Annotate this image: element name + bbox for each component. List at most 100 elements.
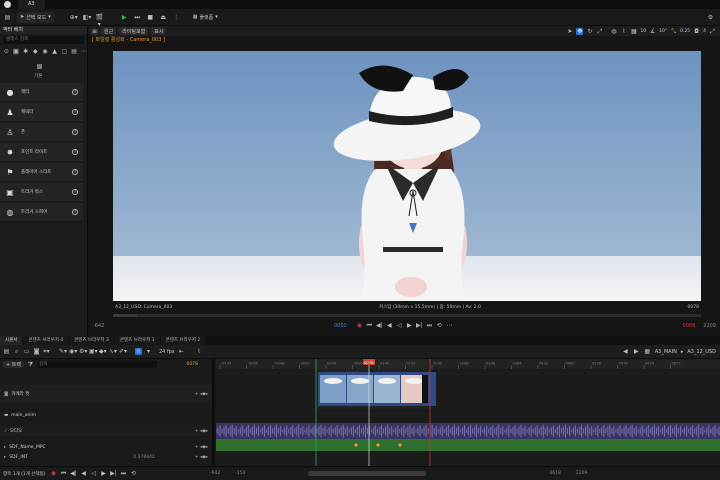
track-value[interactable]: 0.378842	[133, 455, 154, 460]
tab-sequencer[interactable]: 시퀀서	[0, 336, 23, 345]
record-icon[interactable]: ◉	[356, 322, 363, 329]
track-search-input[interactable]: 검색	[36, 360, 157, 368]
frame-counter[interactable]: 0078	[187, 362, 198, 367]
place-actor-item[interactable]: ✸ 포인트 라이트?	[0, 143, 83, 162]
scale-snap-value[interactable]: 0.25	[680, 29, 690, 34]
rotate-tool-icon[interactable]: ↻	[586, 28, 593, 35]
transform-icon[interactable]: ✎▾	[59, 348, 67, 355]
fps-label[interactable]: 24 fps	[159, 349, 175, 355]
key-icon[interactable]: ◆▾	[99, 348, 107, 355]
edit-icon[interactable]: ✐▾	[119, 348, 127, 355]
filter-icon[interactable]: ⧩	[27, 361, 34, 368]
add-track-button[interactable]: + 트랙	[3, 360, 24, 368]
selection-mode-dropdown[interactable]: ➤ 선택 모드 ▾	[17, 11, 54, 23]
back-icon[interactable]: ◀	[622, 348, 629, 355]
playback-range-icon[interactable]: ⇤	[178, 348, 185, 355]
help-icon[interactable]: ?	[72, 189, 78, 195]
level-tab[interactable]: A3	[18, 0, 45, 9]
browse-icon[interactable]: ⌕	[13, 348, 20, 355]
play-icon[interactable]: ▶	[406, 322, 413, 329]
class-search-input[interactable]: 클래스 검색	[3, 36, 84, 44]
place-actor-item[interactable]: ⚑ 플레이어 스타트?	[0, 163, 83, 182]
next-frame-icon[interactable]: ▶|	[110, 470, 117, 477]
breadcrumb-root[interactable]: A3_MAIN	[655, 349, 677, 355]
help-icon[interactable]: ?	[72, 89, 78, 95]
jump-start-icon[interactable]: ⏮	[366, 322, 373, 329]
maximize-icon[interactable]: ⤢	[709, 28, 716, 35]
breadcrumb-current[interactable]: A3_12_USD	[687, 349, 716, 355]
tab-content-browser[interactable]: 콘텐츠 브라우저 2	[160, 336, 206, 345]
eject-icon[interactable]: ⏏	[160, 14, 167, 21]
play-reverse-icon[interactable]: ◁	[396, 322, 403, 329]
more-icon[interactable]: ⋯	[446, 322, 453, 329]
timeline-scrollbar[interactable]	[308, 471, 427, 476]
scale-snap-icon[interactable]: ⤡	[670, 28, 677, 35]
place-actor-item[interactable]: ▣ 트리거 박스?	[0, 183, 83, 202]
add-key-button[interactable]: + ◂◆▸	[195, 392, 208, 397]
translate-tool-icon[interactable]: ✥	[576, 27, 584, 35]
curve-icon[interactable]: ∿▾	[109, 348, 117, 355]
track-row-param[interactable]: ▸ SDF_Name_MPC + ◂◆▸	[0, 442, 212, 452]
prev-frame-icon[interactable]: ◀	[80, 470, 87, 477]
more-icon[interactable]: ⋯	[80, 48, 87, 55]
add-key-button[interactable]: + ◂◆▸	[195, 429, 208, 434]
cinematic-icon[interactable]: ◉	[42, 48, 49, 55]
settings-icon[interactable]: ⚙	[707, 14, 714, 21]
help-icon[interactable]: ?	[72, 209, 78, 215]
perspective-button[interactable]: 원근	[101, 27, 117, 35]
timeline-canvas[interactable]: -0144 -0096 -0048 0000 0048 0096 0144 0192 0240 0…	[215, 359, 720, 466]
basic-icon[interactable]: ▣	[12, 47, 20, 55]
camera-speed-icon[interactable]: ◘	[693, 28, 700, 35]
play-icon[interactable]: ▶	[100, 470, 107, 477]
cinematics-icon[interactable]: 🎬▾	[96, 14, 103, 28]
help-icon[interactable]: ?	[72, 169, 78, 175]
snap-icon[interactable]: ⌗▾	[43, 348, 50, 355]
play-reverse-icon[interactable]: ◁	[90, 470, 97, 477]
place-actor-item[interactable]: ♟ 캐릭터?	[0, 103, 83, 122]
actions-icon[interactable]: ⚙▾	[79, 348, 87, 355]
timeline-area[interactable]: -0144 -0096 -0048 0000 0048 0096 0144 0192 0240 0…	[215, 359, 720, 466]
playback-icon[interactable]: ◉▾	[69, 348, 77, 355]
angle-snap-icon[interactable]: ∡	[649, 28, 656, 35]
all-classes-icon[interactable]: ▤	[71, 48, 78, 55]
platforms-dropdown[interactable]: ▦ 플랫폼 ▾	[190, 12, 221, 23]
play-icon[interactable]: ▶	[121, 14, 128, 21]
record-icon[interactable]: ◉	[50, 470, 57, 477]
jump-end-icon[interactable]: ⏭	[120, 470, 127, 477]
render-icon[interactable]: ▭	[23, 348, 30, 355]
scale-tool-icon[interactable]: ⤢	[596, 28, 603, 35]
tab-content-browser[interactable]: 콘텐츠 브라우저 1	[114, 336, 160, 345]
place-actor-item[interactable]: ● 액터?	[0, 83, 83, 102]
tab-content-browser[interactable]: 콘텐츠 브라우저 4	[23, 336, 69, 345]
lights-icon[interactable]: ✱	[22, 48, 29, 55]
track-row-camera-cut[interactable]: ◙ 카메라 컷 + ◂◆▸	[0, 385, 212, 403]
place-actor-item[interactable]: ♙ 폰?	[0, 123, 83, 142]
prev-key-icon[interactable]: ◀|	[70, 470, 77, 477]
save-icon[interactable]: ▤	[4, 14, 11, 21]
track-row-audio[interactable]: ♪ 오디오 + ◂◆▸	[0, 426, 212, 436]
prev-frame-icon[interactable]: ◀	[386, 322, 393, 329]
magnet-icon[interactable]: ∩	[135, 348, 142, 355]
viewport-menu-icon[interactable]: ≡	[91, 27, 98, 35]
next-frame-icon[interactable]: ▶|	[416, 322, 423, 329]
param-track-section[interactable]	[216, 439, 720, 451]
world-space-icon[interactable]: ◍	[610, 28, 617, 35]
lit-button[interactable]: 라이팅포함	[119, 27, 149, 35]
help-icon[interactable]: ?	[72, 129, 78, 135]
surface-snap-icon[interactable]: ⌇	[620, 28, 627, 35]
show-button[interactable]: 표시	[151, 27, 167, 35]
camera-icon[interactable]: ◙	[33, 348, 40, 355]
save-sequence-icon[interactable]: ▤	[3, 348, 10, 355]
loop-icon[interactable]: ⟲	[130, 470, 137, 477]
stop-icon[interactable]: ■	[147, 14, 154, 21]
track-row-param[interactable]: ▸ SDF_INT 0.378842 + ◂◆▸	[0, 452, 212, 462]
recent-icon[interactable]: ⊙	[3, 48, 10, 55]
visual-effects-icon[interactable]: ▲	[51, 48, 58, 55]
add-key-button[interactable]: + ◂◆▸	[195, 455, 208, 460]
grid-snap-icon[interactable]: ▦	[630, 28, 637, 35]
blueprint-icon[interactable]: ◧▾	[83, 14, 92, 21]
add-key-button[interactable]: + ◂◆▸	[195, 445, 208, 450]
loop-icon[interactable]: ⟲	[436, 322, 443, 329]
level-viewport[interactable]: ≡ 원근 라이팅포함 표시 ➤ ✥ ↻ ⤢ ◍ ⌇ ▦ 10 ∡ 10° ⤡ 0…	[89, 26, 720, 336]
jump-end-icon[interactable]: ⏭	[426, 322, 433, 329]
